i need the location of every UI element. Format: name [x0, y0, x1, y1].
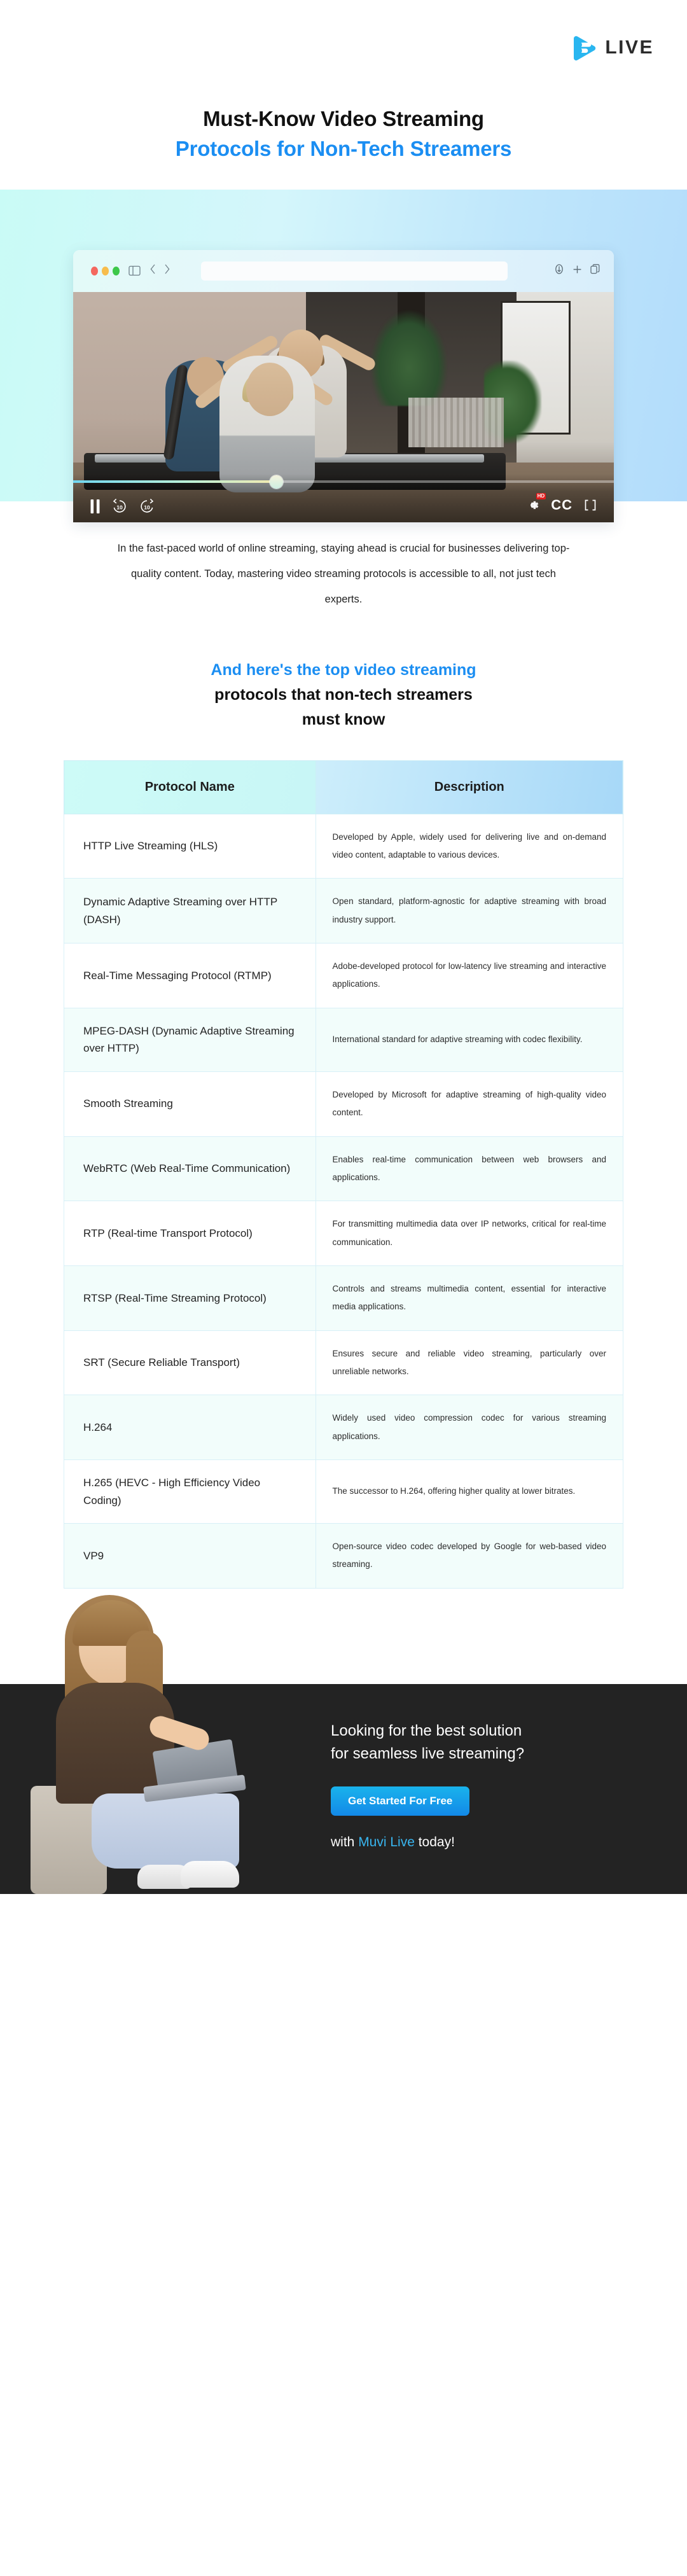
table-header-row: Protocol Name Description — [64, 760, 624, 814]
minimize-window-dot[interactable] — [102, 266, 109, 275]
cta-heading-line-1: Looking for the best solution — [331, 1722, 522, 1739]
browser-toolbar — [73, 249, 614, 292]
muvi-live-play-icon — [570, 34, 598, 62]
chevron-right-icon[interactable] — [163, 263, 170, 278]
table-row: HTTP Live Streaming (HLS) Developed by Ap… — [64, 813, 624, 879]
table-row: MPEG-DASH (Dynamic Adaptive Streaming ov… — [64, 1007, 624, 1072]
protocol-description-cell: The successor to H.264, offering higher … — [315, 1459, 624, 1524]
page-title: Must-Know Video Streaming Protocols for … — [0, 95, 687, 190]
window-traffic-lights[interactable] — [91, 266, 120, 275]
protocol-description-cell: Widely used video compression codec for … — [315, 1395, 624, 1460]
table-row: H.265 (HEVC - High Efficiency Video Codi… — [64, 1459, 624, 1524]
protocol-name-cell: MPEG-DASH (Dynamic Adaptive Streaming ov… — [64, 1007, 316, 1072]
protocol-name-cell: H.264 — [64, 1395, 316, 1460]
copy-tabs-icon[interactable] — [590, 264, 600, 277]
video-player-controls[interactable]: 10 10 HD CC — [73, 473, 614, 522]
cta-heading-line-2: for seamless live streaming? — [331, 1745, 525, 1763]
protocol-name-cell: RTP (Real-time Transport Protocol) — [64, 1201, 316, 1266]
table-body: HTTP Live Streaming (HLS) Developed by Ap… — [64, 813, 624, 1589]
cta-footer-suffix: today! — [414, 1834, 455, 1849]
maximize-window-dot[interactable] — [113, 266, 120, 275]
section-heading-line-2: protocols that non-tech streamers — [214, 686, 473, 704]
table-row: WebRTC (Web Real-Time Communication) Enab… — [64, 1136, 624, 1202]
table-row: Real-Time Messaging Protocol (RTMP) Adobe… — [64, 943, 624, 1008]
sidebar-toggle-icon[interactable] — [128, 265, 141, 276]
video-progress-handle[interactable] — [269, 475, 283, 489]
gear-icon[interactable]: HD — [526, 492, 546, 512]
browser-mockup: 10 10 HD CC — [73, 249, 614, 522]
close-window-dot[interactable] — [91, 266, 98, 275]
fullscreen-icon[interactable] — [583, 498, 597, 512]
protocol-description-cell: Developed by Microsoft for adaptive stre… — [315, 1071, 624, 1137]
table-row: SRT (Secure Reliable Transport) Ensures s… — [64, 1330, 624, 1396]
player-right-controls[interactable]: HD CC — [526, 492, 597, 513]
protocol-description-cell: Enables real-time communication between … — [315, 1136, 624, 1202]
cta-footer-prefix: with — [331, 1834, 359, 1849]
cta-heading: Looking for the best solution for seamle… — [331, 1720, 649, 1766]
protocol-description-cell: Open standard, platform-agnostic for ada… — [315, 878, 624, 944]
table-row: H.264 Widely used video compression codec… — [64, 1395, 624, 1460]
video-progress-played — [73, 480, 276, 483]
quality-hd-badge: HD — [536, 492, 546, 499]
table-row: RTSP (Real-Time Streaming Protocol) Contr… — [64, 1265, 624, 1331]
brand-logo[interactable]: LIVE — [570, 34, 654, 62]
column-header-protocol-name: Protocol Name — [64, 760, 316, 814]
protocol-description-cell: Ensures secure and reliable video stream… — [315, 1330, 624, 1396]
protocols-table-container: Protocol Name Description HTTP Live Stre… — [0, 754, 687, 1589]
section-heading-line-1: And here's the top video streaming — [211, 661, 476, 679]
protocols-table: Protocol Name Description HTTP Live Stre… — [64, 760, 624, 1589]
get-started-button[interactable]: Get Started For Free — [331, 1786, 470, 1816]
browser-url-input[interactable] — [201, 261, 508, 281]
table-row: Dynamic Adaptive Streaming over HTTP (DA… — [64, 878, 624, 944]
browser-toolbar-actions[interactable] — [554, 263, 600, 278]
protocol-name-cell: Real-Time Messaging Protocol (RTMP) — [64, 943, 316, 1008]
column-header-description: Description — [315, 760, 624, 814]
svg-text:10: 10 — [144, 504, 150, 510]
plus-icon[interactable] — [572, 265, 582, 277]
page-title-line-2: Protocols for Non-Tech Streamers — [175, 136, 512, 160]
forward-10-icon[interactable]: 10 — [139, 498, 155, 515]
table-header: Protocol Name Description — [64, 760, 624, 814]
protocol-description-cell: Adobe-developed protocol for low-latency… — [315, 943, 624, 1008]
protocol-name-cell: Dynamic Adaptive Streaming over HTTP (DA… — [64, 878, 316, 944]
protocol-description-cell: Developed by Apple, widely used for deli… — [315, 813, 624, 879]
captions-button[interactable]: CC — [551, 497, 572, 513]
muvi-live-link[interactable]: Muvi Live — [358, 1835, 415, 1849]
page-title-line-1: Must-Know Video Streaming — [203, 107, 484, 130]
protocol-name-cell: SRT (Secure Reliable Transport) — [64, 1330, 316, 1396]
protocol-name-cell: WebRTC (Web Real-Time Communication) — [64, 1136, 316, 1202]
cta-section: Looking for the best solution for seamle… — [0, 1594, 687, 1894]
protocol-name-cell: H.265 (HEVC - High Efficiency Video Codi… — [64, 1459, 316, 1524]
cta-footer-text: with Muvi Live today! — [331, 1835, 649, 1850]
woman-with-laptop-illustration — [31, 1594, 246, 1894]
pause-icon[interactable] — [90, 499, 101, 514]
protocol-description-cell: International standard for adaptive stre… — [315, 1007, 624, 1072]
svg-text:10: 10 — [116, 504, 123, 510]
video-player[interactable]: 10 10 HD CC — [73, 291, 614, 522]
protocol-name-cell: RTSP (Real-Time Streaming Protocol) — [64, 1265, 316, 1331]
section-heading-line-3: must know — [302, 710, 385, 728]
browser-navigation[interactable] — [149, 263, 170, 278]
protocol-description-cell: Open-source video codec developed by Goo… — [315, 1523, 624, 1589]
protocol-name-cell: VP9 — [64, 1523, 316, 1589]
protocol-name-cell: HTTP Live Streaming (HLS) — [64, 813, 316, 879]
protocol-description-cell: For transmitting multimedia data over IP… — [315, 1201, 624, 1266]
section-heading: And here's the top video streaming proto… — [0, 618, 687, 753]
page-header: LIVE — [0, 0, 687, 95]
hero-banner: 10 10 HD CC — [0, 189, 687, 522]
cta-content: Looking for the best solution for seamle… — [331, 1720, 649, 1850]
table-row: VP9 Open-source video codec developed by … — [64, 1523, 624, 1589]
chevron-left-icon[interactable] — [149, 263, 156, 278]
table-row: Smooth Streaming Developed by Microsoft f… — [64, 1071, 624, 1137]
rewind-10-icon[interactable]: 10 — [111, 498, 128, 515]
player-left-controls[interactable]: 10 10 — [90, 498, 155, 515]
protocol-name-cell: Smooth Streaming — [64, 1071, 316, 1137]
protocol-description-cell: Controls and streams multimedia content,… — [315, 1265, 624, 1331]
table-row: RTP (Real-time Transport Protocol) For tr… — [64, 1201, 624, 1266]
video-progress-bar[interactable] — [73, 475, 614, 489]
brand-logo-text: LIVE — [605, 37, 654, 58]
share-icon[interactable] — [554, 263, 564, 278]
